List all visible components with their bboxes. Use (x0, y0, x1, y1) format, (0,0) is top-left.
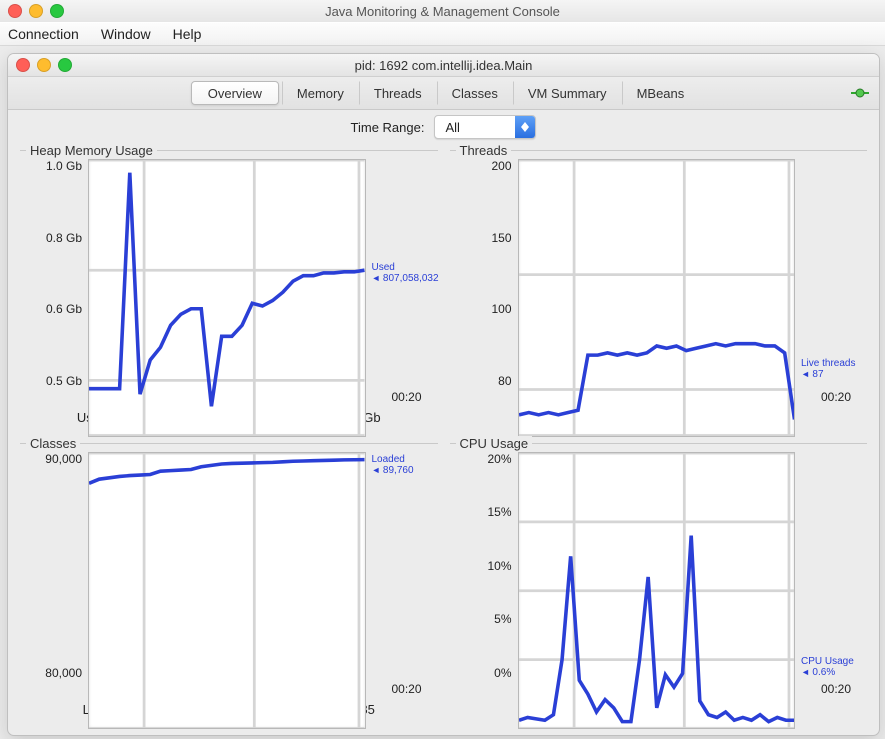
app-titlebar: Java Monitoring & Management Console (0, 0, 885, 22)
ytick: 80,000 (45, 666, 82, 680)
time-range-select[interactable]: All (434, 115, 536, 139)
cpu-chart[interactable] (518, 452, 796, 730)
ytick: 5% (494, 612, 511, 626)
connection-status-icon[interactable] (851, 86, 869, 100)
xtick: 00:20 (391, 390, 421, 404)
ytick: 0.8 Gb (46, 231, 82, 245)
tabs-toolbar: Overview Memory Threads Classes VM Summa… (8, 77, 879, 110)
app-title: Java Monitoring & Management Console (0, 4, 885, 19)
document-window: pid: 1692 com.intellij.idea.Main Overvie… (7, 53, 880, 736)
threads-chart[interactable] (518, 159, 796, 437)
panel-cpu-title: CPU Usage (456, 436, 533, 451)
classes-chart[interactable] (88, 452, 366, 730)
tab-threads[interactable]: Threads (359, 81, 437, 105)
panel-classes-title: Classes (26, 436, 80, 451)
ytick: 10% (487, 559, 511, 573)
classes-yaxis: 90,000 80,000 (26, 452, 88, 681)
panel-threads-title: Threads (456, 143, 512, 158)
tab-memory[interactable]: Memory (282, 81, 359, 105)
threads-annotation: Live threads ◄ 87 (795, 159, 861, 388)
ytick: 100 (491, 302, 511, 316)
time-range-value: All (435, 116, 515, 138)
annot-name: Loaded (372, 454, 432, 465)
tab-classes[interactable]: Classes (437, 81, 513, 105)
tab-overview[interactable]: Overview (191, 81, 279, 105)
menu-help[interactable]: Help (173, 26, 202, 42)
panel-cpu: CPU Usage 20% 15% 10% 5% 0% (450, 443, 868, 724)
panel-threads: Threads 200 150 100 80 (450, 150, 868, 431)
heap-yaxis: 1.0 Gb 0.8 Gb 0.6 Gb 0.5 Gb (26, 159, 88, 388)
xtick: 00:20 (821, 390, 851, 404)
threads-yaxis: 200 150 100 80 (456, 159, 518, 388)
ytick: 0.6 Gb (46, 302, 82, 316)
panel-heap: Heap Memory Usage 1.0 Gb 0.8 Gb 0.6 Gb 0… (20, 150, 438, 431)
xtick: 00:20 (821, 682, 851, 696)
ytick: 20% (487, 452, 511, 466)
heap-annotation: Used ◄ 807,058,032 (366, 159, 432, 388)
document-titlebar: pid: 1692 com.intellij.idea.Main (8, 54, 879, 77)
ytick: 1.0 Gb (46, 159, 82, 173)
time-range-label: Time Range: (351, 120, 425, 135)
tab-vm-summary[interactable]: VM Summary (513, 81, 622, 105)
ytick: 90,000 (45, 452, 82, 466)
ytick: 0.5 Gb (46, 374, 82, 388)
classes-annotation: Loaded ◄ 89,760 (366, 452, 432, 681)
annot-value: 0.6% (812, 667, 835, 678)
ytick: 15% (487, 505, 511, 519)
annot-value: 807,058,032 (383, 273, 439, 284)
annot-name: CPU Usage (801, 656, 861, 667)
panel-classes: Classes 90,000 80,000 (20, 443, 438, 724)
chevron-updown-icon (515, 116, 535, 138)
ytick: 0% (494, 666, 511, 680)
ytick: 80 (498, 374, 511, 388)
menu-connection[interactable]: Connection (8, 26, 79, 42)
heap-chart[interactable] (88, 159, 366, 437)
ytick: 200 (491, 159, 511, 173)
ytick: 150 (491, 231, 511, 245)
menu-window[interactable]: Window (101, 26, 151, 42)
annot-value: 89,760 (383, 465, 414, 476)
document-title: pid: 1692 com.intellij.idea.Main (8, 58, 879, 73)
time-range-bar: Time Range: All (8, 110, 879, 144)
annot-name: Live threads (801, 358, 861, 369)
cpu-yaxis: 20% 15% 10% 5% 0% (456, 452, 518, 681)
annot-name: Used (372, 262, 432, 273)
panel-heap-title: Heap Memory Usage (26, 143, 157, 158)
menubar: Connection Window Help (0, 22, 885, 46)
annot-value: 87 (812, 369, 823, 380)
cpu-annotation: CPU Usage ◄ 0.6% (795, 452, 861, 681)
xtick: 00:20 (391, 682, 421, 696)
tab-mbeans[interactable]: MBeans (622, 81, 700, 105)
